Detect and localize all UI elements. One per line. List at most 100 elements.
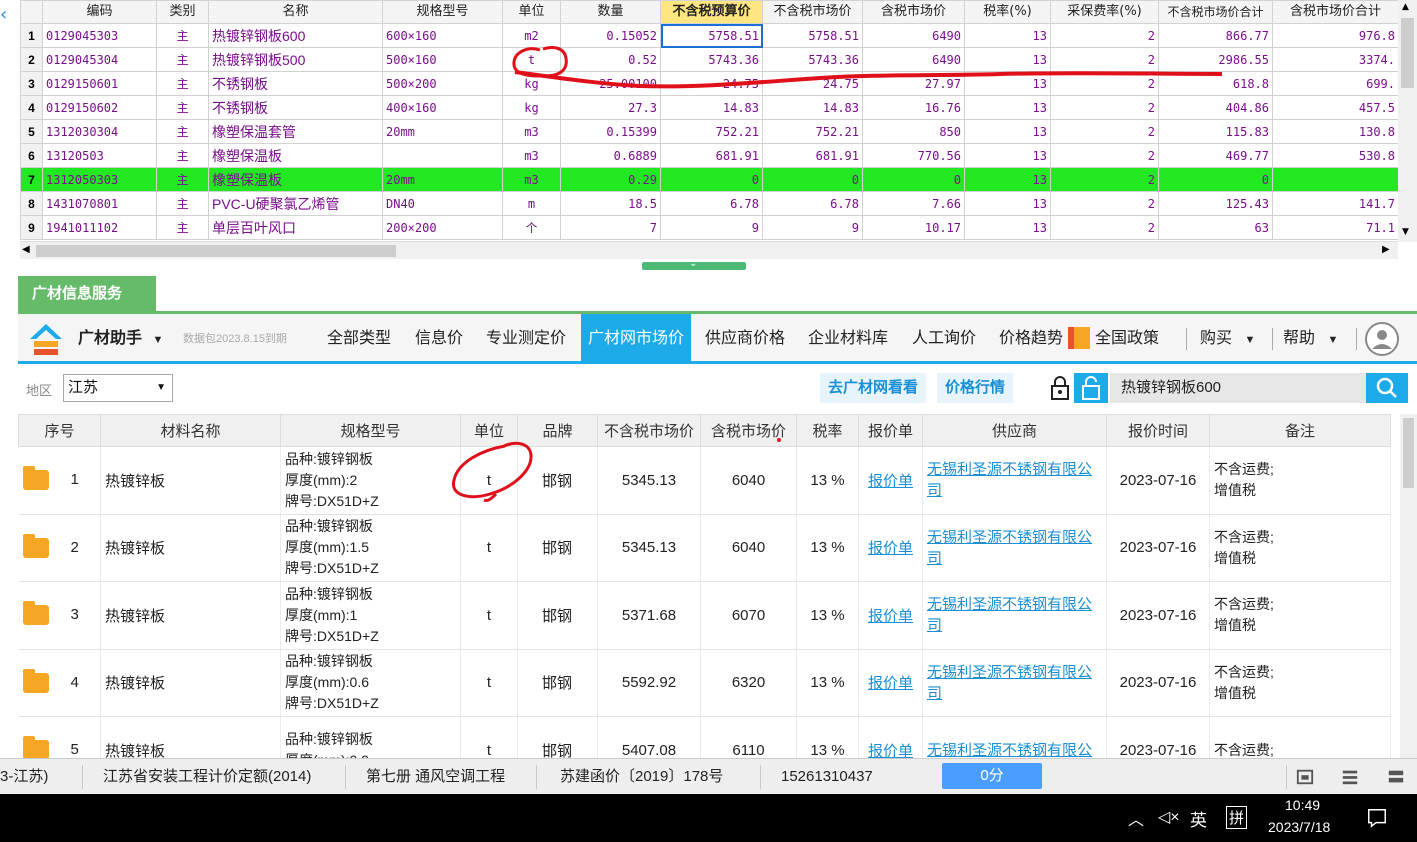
result-header-date[interactable]: 报价时间 bbox=[1106, 414, 1210, 447]
grid-cell-qty[interactable]: 0.15052 bbox=[560, 23, 661, 48]
grid-cell-type[interactable]: 主 bbox=[156, 167, 209, 192]
grid-cell-budget[interactable]: 14.83 bbox=[660, 95, 763, 120]
grid-cell-tax-market[interactable]: 770.56 bbox=[862, 143, 965, 168]
grid-cell-budget[interactable]: 5743.36 bbox=[660, 47, 763, 72]
ime-mode[interactable]: 英 bbox=[1190, 806, 1207, 831]
grid-cell-fee[interactable]: 2 bbox=[1050, 215, 1159, 240]
grid-vscroll-thumb[interactable] bbox=[1401, 18, 1414, 88]
scroll-down-icon[interactable]: ▼ bbox=[1402, 227, 1409, 237]
tab-manual-inquiry[interactable]: 人工询价 bbox=[912, 314, 976, 364]
grid-cell-type[interactable]: 主 bbox=[156, 215, 209, 240]
grid-cell-unit[interactable]: m3 bbox=[502, 119, 561, 144]
grid-cell-code[interactable]: 0129045304 bbox=[42, 47, 157, 72]
grid-cell-budget[interactable]: 24.75 bbox=[660, 71, 763, 96]
scroll-up-icon[interactable]: ▲ bbox=[1402, 2, 1409, 12]
grid-cell-code[interactable]: 13120503 bbox=[42, 143, 157, 168]
grid-cell-market[interactable]: 0 bbox=[762, 167, 863, 192]
grid-cell-tax-total[interactable]: 457.5 bbox=[1272, 95, 1399, 120]
grid-cell-qty[interactable]: 27.3 bbox=[560, 95, 661, 120]
grid-cell-spec[interactable]: 500×160 bbox=[382, 47, 503, 72]
grid-row-number[interactable]: 1 bbox=[20, 23, 43, 48]
grid-cell-budget[interactable]: 752.21 bbox=[660, 119, 763, 144]
grid-cell-spec[interactable]: 400×160 bbox=[382, 95, 503, 120]
grid-row[interactable]: 8 1431070801 主 PVC-U硬聚氯乙烯管 DN40 m 18.5 6.78 6.78… bbox=[20, 191, 1399, 216]
grid-cell-name[interactable]: 单层百叶风口 bbox=[208, 215, 383, 240]
grid-cell-total[interactable]: 404.86 bbox=[1158, 95, 1273, 120]
grid-row[interactable]: 3 0129150601 主不锈钢板 500×200 kg 25.00100 24.75 24… bbox=[20, 71, 1399, 96]
market-trend-button[interactable]: 价格行情 bbox=[937, 373, 1014, 403]
unlock-icon[interactable] bbox=[1074, 373, 1108, 403]
grid-cell-tax-market[interactable]: 6490 bbox=[862, 23, 965, 48]
grid-cell-type[interactable]: 主 bbox=[156, 71, 209, 96]
grid-cell-market[interactable]: 9 bbox=[762, 215, 863, 240]
grid-cell-budget[interactable]: 6.78 bbox=[660, 191, 763, 216]
grid-cell-type[interactable]: 主 bbox=[156, 191, 209, 216]
grid-cell-type[interactable]: 主 bbox=[156, 47, 209, 72]
grid-cell-code[interactable]: 0129150601 bbox=[42, 71, 157, 96]
grid-cell-tax-rate[interactable]: 13 bbox=[964, 23, 1051, 48]
grid-cell-tax-rate[interactable]: 13 bbox=[964, 47, 1051, 72]
grid-cell-market[interactable]: 14.83 bbox=[762, 95, 863, 120]
grid-header-market-price[interactable]: 不含税市场价 bbox=[762, 0, 863, 24]
grid-header-budget-price[interactable]: 不含税预算价 bbox=[660, 0, 763, 24]
quote-link[interactable]: 报价单 bbox=[868, 540, 913, 557]
grid-cell-type[interactable]: 主 bbox=[156, 119, 209, 144]
grid-cell-qty[interactable]: 0.52 bbox=[560, 47, 661, 72]
grid-view-icon[interactable] bbox=[1387, 768, 1405, 786]
grid-header-market-total[interactable]: 不含税市场价合计 bbox=[1158, 0, 1273, 24]
grid-cell-code[interactable]: 1312030304 bbox=[42, 119, 157, 144]
result-header-tax-price[interactable]: 含税市场价 bbox=[700, 414, 797, 447]
grid-header-tax-market-total[interactable]: 含税市场价合计 bbox=[1272, 0, 1399, 24]
grid-header-fee-rate[interactable]: 采保费率(%) bbox=[1050, 0, 1159, 24]
grid-cell-type[interactable]: 主 bbox=[156, 143, 209, 168]
grid-cell-tax-market[interactable]: 850 bbox=[862, 119, 965, 144]
grid-row[interactable]: 5 1312030304 主橡塑保温套管 20mm m3 0.15399 752.21 752… bbox=[20, 119, 1399, 144]
grid-cell-name[interactable]: PVC-U硬聚氯乙烯管 bbox=[208, 191, 383, 216]
grid-cell-total[interactable]: 469.77 bbox=[1158, 143, 1273, 168]
grid-cell-tax-market[interactable]: 16.76 bbox=[862, 95, 965, 120]
scroll-right-icon[interactable]: ▶ bbox=[1382, 244, 1390, 255]
grid-cell-tax-market[interactable]: 6490 bbox=[862, 47, 965, 72]
grid-cell-total[interactable]: 125.43 bbox=[1158, 191, 1273, 216]
grid-cell-code[interactable]: 1941011102 bbox=[42, 215, 157, 240]
grid-cell-name[interactable]: 不锈钢板 bbox=[208, 71, 383, 96]
grid-cell-fee[interactable]: 2 bbox=[1050, 119, 1159, 144]
user-avatar-icon[interactable] bbox=[1364, 321, 1400, 357]
grid-cell-code[interactable]: 1431070801 bbox=[42, 191, 157, 216]
quote-link[interactable]: 报价单 bbox=[868, 675, 913, 692]
panel-splitter-handle[interactable]: ⌄ bbox=[642, 258, 746, 270]
grid-row[interactable]: 9 1941011102 主单层百叶风口 200×200 个 7 9 9 10.17 13 2 63 7… bbox=[20, 215, 1399, 240]
grid-cell-name[interactable]: 橡塑保温套管 bbox=[208, 119, 383, 144]
grid-cell-tax-total[interactable]: 130.8 bbox=[1272, 119, 1399, 144]
supplier-link[interactable]: 无锡利圣源不锈钢有限公司 bbox=[927, 461, 1092, 499]
grid-cell-unit[interactable]: kg bbox=[502, 95, 561, 120]
folder-icon[interactable] bbox=[22, 533, 49, 558]
volume-muted-icon[interactable]: ◁× bbox=[1158, 807, 1180, 827]
result-header-unit[interactable]: 单位 bbox=[460, 414, 518, 447]
grid-cell-name[interactable]: 不锈钢板 bbox=[208, 95, 383, 120]
grid-cell-qty[interactable]: 0.29 bbox=[560, 167, 661, 192]
grid-cell-fee[interactable]: 2 bbox=[1050, 23, 1159, 48]
clock-time[interactable]: 10:49 bbox=[1285, 797, 1320, 813]
grid-cell-spec[interactable]: 200×200 bbox=[382, 215, 503, 240]
ime-pinyin[interactable]: 拼 bbox=[1226, 806, 1248, 829]
grid-row-number[interactable]: 2 bbox=[20, 47, 43, 72]
quote-link[interactable]: 报价单 bbox=[868, 473, 913, 490]
grid-cell-fee[interactable]: 2 bbox=[1050, 191, 1159, 216]
tab-national-policy[interactable]: 全国政策 bbox=[1095, 314, 1171, 364]
grid-row-number[interactable]: 9 bbox=[20, 215, 43, 240]
grid-cell-total[interactable]: 2986.55 bbox=[1158, 47, 1273, 72]
grid-cell-budget[interactable]: 681.91 bbox=[660, 143, 763, 168]
grid-cell-fee[interactable]: 2 bbox=[1050, 167, 1159, 192]
grid-header-tax-market-price[interactable]: 含税市场价 bbox=[862, 0, 965, 24]
grid-cell-tax-total[interactable]: 3374. bbox=[1272, 47, 1399, 72]
result-vertical-scrollbar[interactable] bbox=[1400, 414, 1417, 758]
list-view-icon[interactable] bbox=[1341, 768, 1359, 786]
visit-site-button[interactable]: 去广材网看看 bbox=[820, 373, 927, 403]
region-select[interactable]: 江苏 ▼ bbox=[63, 374, 173, 402]
grid-cell-spec[interactable]: 20mm bbox=[382, 119, 503, 144]
grid-row-number[interactable]: 3 bbox=[20, 71, 43, 96]
grid-cell-total[interactable]: 866.77 bbox=[1158, 23, 1273, 48]
supplier-link[interactable]: 无锡利圣源不锈钢有限公司 bbox=[927, 529, 1092, 567]
grid-cell-tax-rate[interactable]: 13 bbox=[964, 215, 1051, 240]
